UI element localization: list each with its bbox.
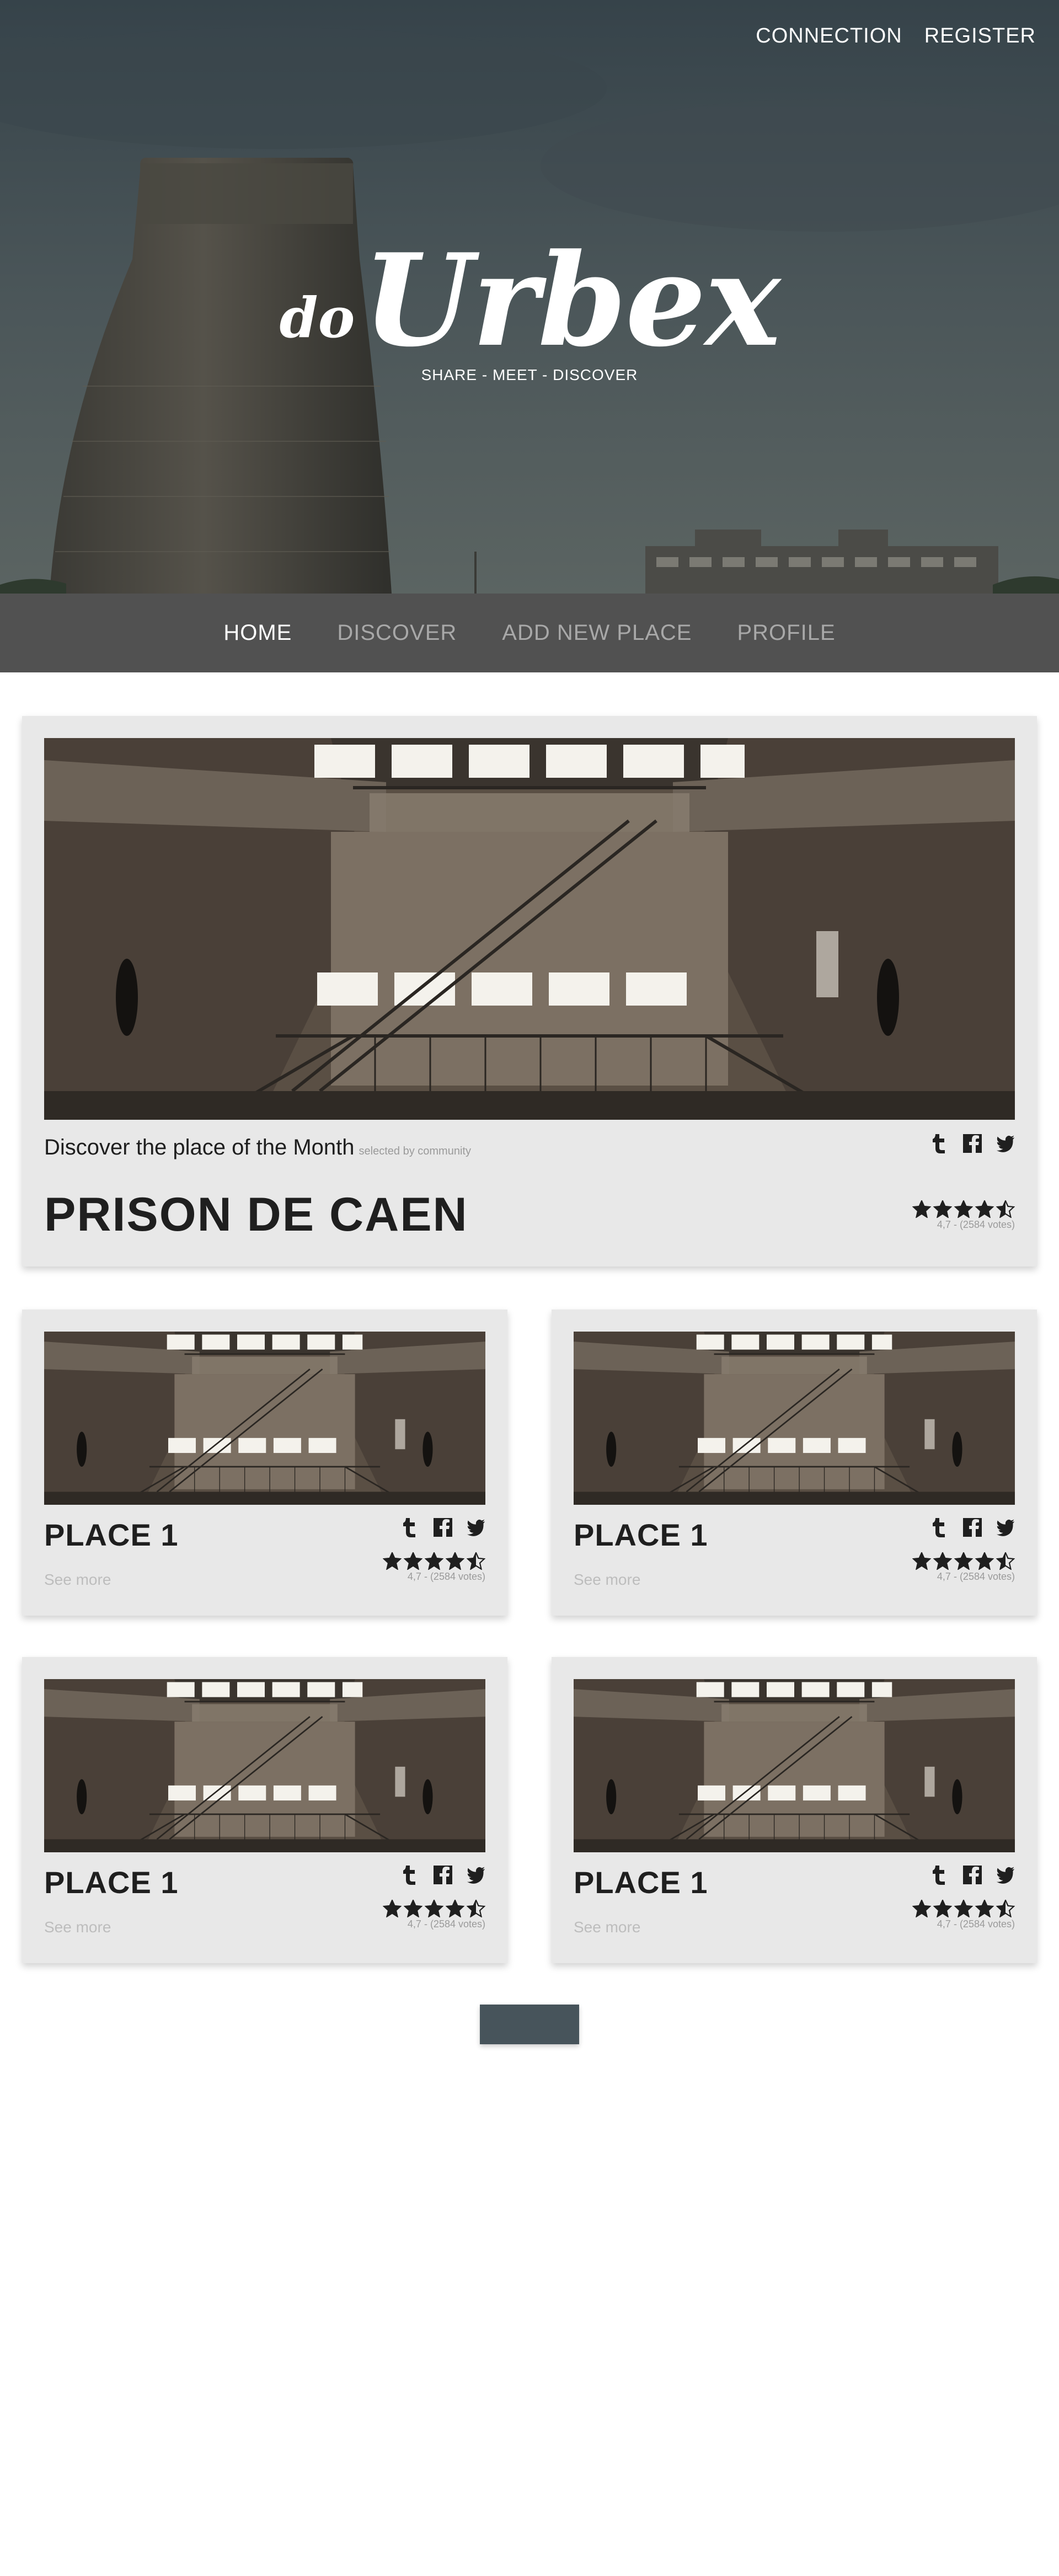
featured-caption-note: selected by community — [359, 1145, 471, 1157]
facebook-icon[interactable] — [963, 1133, 982, 1154]
star-full-icon — [446, 1552, 464, 1570]
vote-count: 4,7 - (2584 votes) — [937, 1219, 1015, 1230]
tumblr-icon[interactable] — [400, 1864, 419, 1885]
place-photo[interactable] — [574, 1679, 1015, 1852]
facebook-icon[interactable] — [963, 1864, 982, 1885]
place-name[interactable]: PLACE 1 — [44, 1517, 179, 1553]
star-half-icon — [996, 1552, 1015, 1570]
star-half-icon — [996, 1900, 1015, 1917]
tumblr-icon[interactable] — [930, 1133, 949, 1154]
featured-caption-text: Discover the place of the Month — [44, 1135, 355, 1159]
featured-rating: 4,7 - (2584 votes) — [912, 1200, 1015, 1231]
star-full-icon — [383, 1900, 402, 1917]
load-more-button[interactable] — [480, 2005, 579, 2044]
star-full-icon — [912, 1900, 931, 1917]
star-full-icon — [425, 1900, 443, 1917]
featured-place-card: Discover the place of the Month selected … — [22, 716, 1037, 1266]
vote-count: 4,7 - (2584 votes) — [937, 1918, 1015, 1930]
register-link[interactable]: REGISTER — [924, 24, 1036, 48]
facebook-icon[interactable] — [963, 1517, 982, 1538]
star-full-icon — [404, 1552, 422, 1570]
featured-place-title[interactable]: PRISON DE CAEN — [44, 1188, 468, 1242]
tumblr-icon[interactable] — [930, 1864, 949, 1885]
twitter-icon[interactable] — [467, 1517, 485, 1538]
see-more-link[interactable]: See more — [574, 1571, 640, 1589]
star-full-icon — [912, 1200, 931, 1218]
star-full-icon — [933, 1900, 952, 1917]
place-social-links — [400, 1517, 485, 1538]
place-card: PLACE 1 4,7 - (2584 votes) See more — [22, 1310, 507, 1616]
vote-count: 4,7 - (2584 votes) — [937, 1571, 1015, 1582]
tumblr-icon[interactable] — [400, 1517, 419, 1538]
star-rating — [383, 1552, 485, 1570]
featured-place-photo[interactable] — [44, 738, 1015, 1120]
twitter-icon[interactable] — [467, 1864, 485, 1885]
star-full-icon — [954, 1552, 973, 1570]
site-tagline: SHARE - MEET - DISCOVER — [421, 366, 638, 383]
star-full-icon — [383, 1552, 402, 1570]
star-full-icon — [975, 1200, 994, 1218]
star-full-icon — [954, 1900, 973, 1917]
place-social-links — [930, 1517, 1015, 1538]
nav-item-home[interactable]: HOME — [223, 621, 292, 645]
see-more-link[interactable]: See more — [44, 1571, 111, 1589]
star-rating — [383, 1900, 485, 1917]
place-photo[interactable] — [574, 1332, 1015, 1505]
star-full-icon — [975, 1552, 994, 1570]
see-more-link[interactable]: See more — [574, 1918, 640, 1936]
logo-word: Urbex — [362, 226, 780, 375]
featured-social-links — [930, 1133, 1015, 1154]
facebook-icon[interactable] — [434, 1864, 452, 1885]
place-card: PLACE 1 4,7 - (2584 votes) See more — [552, 1657, 1037, 1963]
place-name[interactable]: PLACE 1 — [44, 1864, 179, 1900]
place-rating: 4,7 - (2584 votes) — [912, 1552, 1015, 1583]
star-half-icon — [467, 1900, 485, 1917]
twitter-icon[interactable] — [996, 1517, 1015, 1538]
place-rating: 4,7 - (2584 votes) — [912, 1900, 1015, 1930]
star-full-icon — [446, 1900, 464, 1917]
place-name[interactable]: PLACE 1 — [574, 1864, 708, 1900]
auth-links: CONNECTION REGISTER — [756, 24, 1036, 48]
nav-item-profile[interactable]: PROFILE — [737, 621, 835, 645]
star-full-icon — [425, 1552, 443, 1570]
featured-caption: Discover the place of the Month selected … — [44, 1135, 471, 1160]
hero-banner: CONNECTION REGISTER doUrbex SHARE - MEET… — [0, 0, 1059, 594]
logo-prefix: do — [279, 285, 355, 350]
star-half-icon — [467, 1552, 485, 1570]
place-name[interactable]: PLACE 1 — [574, 1517, 708, 1553]
star-full-icon — [933, 1200, 952, 1218]
star-full-icon — [975, 1900, 994, 1917]
place-social-links — [930, 1864, 1015, 1885]
place-card: PLACE 1 4,7 - (2584 votes) See more — [552, 1310, 1037, 1616]
star-full-icon — [933, 1552, 952, 1570]
twitter-icon[interactable] — [996, 1864, 1015, 1885]
place-photo[interactable] — [44, 1679, 485, 1852]
twitter-icon[interactable] — [996, 1133, 1015, 1154]
star-rating — [912, 1200, 1015, 1218]
place-photo[interactable] — [44, 1332, 485, 1505]
see-more-link[interactable]: See more — [44, 1918, 111, 1936]
vote-count: 4,7 - (2584 votes) — [407, 1918, 485, 1930]
star-full-icon — [404, 1900, 422, 1917]
star-half-icon — [996, 1200, 1015, 1218]
tumblr-icon[interactable] — [930, 1517, 949, 1538]
place-rating: 4,7 - (2584 votes) — [383, 1552, 485, 1583]
star-full-icon — [954, 1200, 973, 1218]
place-rating: 4,7 - (2584 votes) — [383, 1900, 485, 1930]
site-logo[interactable]: doUrbex — [0, 226, 1059, 375]
main-navigation: HOME DISCOVER ADD NEW PLACE PROFILE — [0, 594, 1059, 672]
place-card: PLACE 1 4,7 - (2584 votes) See more — [22, 1657, 507, 1963]
nav-item-add-new-place[interactable]: ADD NEW PLACE — [502, 621, 692, 645]
star-full-icon — [912, 1552, 931, 1570]
connection-link[interactable]: CONNECTION — [756, 24, 902, 48]
nav-item-discover[interactable]: DISCOVER — [337, 621, 457, 645]
place-social-links — [400, 1864, 485, 1885]
facebook-icon[interactable] — [434, 1517, 452, 1538]
star-rating — [912, 1552, 1015, 1570]
star-rating — [912, 1900, 1015, 1917]
vote-count: 4,7 - (2584 votes) — [407, 1571, 485, 1582]
